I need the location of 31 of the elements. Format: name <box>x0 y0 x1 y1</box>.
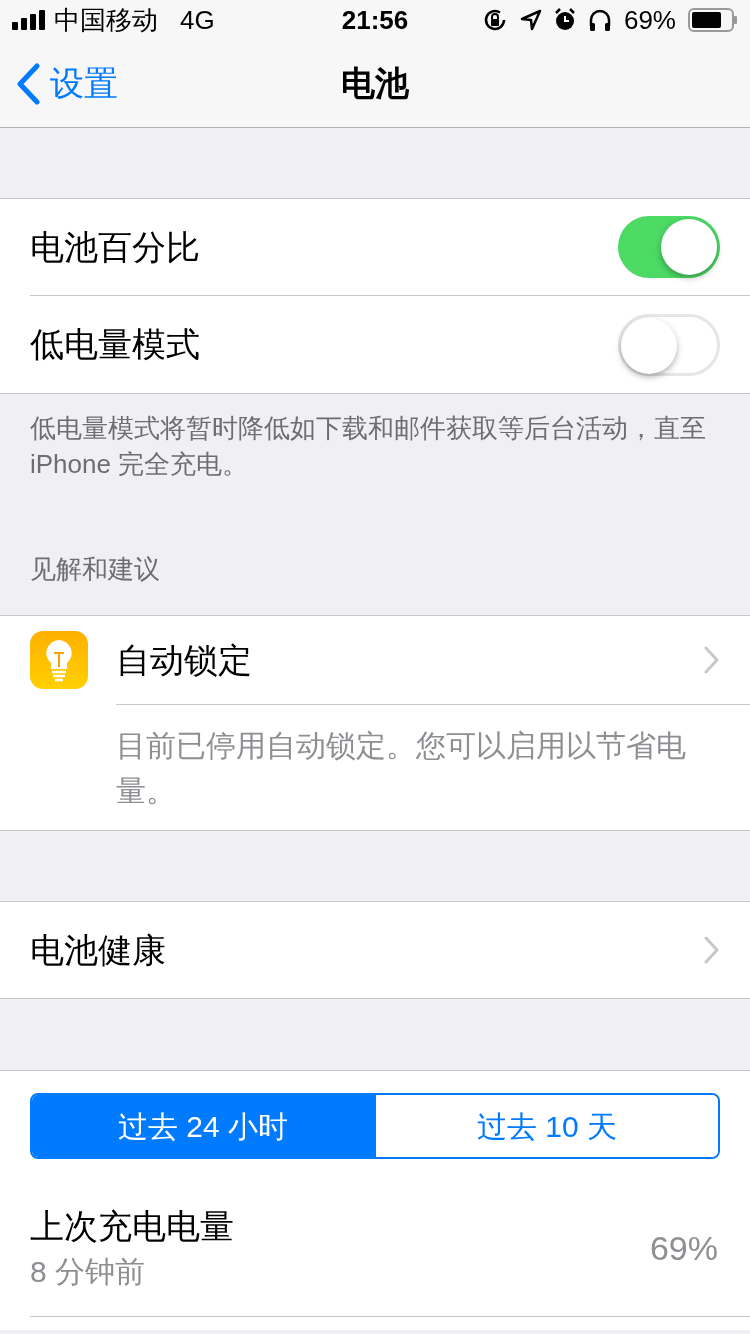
segment-tab[interactable]: 过去 10 天 <box>374 1095 718 1157</box>
last-charge-time: 8 分钟前 <box>30 1253 147 1290</box>
section-header: 见解和建议 <box>30 553 160 586</box>
auto-lock-row[interactable]: 自动锁定 <box>116 616 750 705</box>
last-charge-level: 69% <box>649 1228 718 1269</box>
lightbulb-icon <box>30 631 88 689</box>
alarm-clock-icon <box>553 8 576 32</box>
insight-title: 自动锁定 <box>116 639 252 681</box>
back-button[interactable]: 设置 <box>0 58 118 109</box>
headphones-icon <box>587 8 612 32</box>
toggle-switch[interactable] <box>618 216 720 278</box>
chevron-icon <box>704 936 720 964</box>
segment-tab[interactable]: 过去 24 小时 <box>32 1095 374 1157</box>
page-title: 电池 <box>341 63 409 104</box>
setting-label: 电池健康 <box>30 929 166 971</box>
low-power-description: 低电量模式将暂时降低如下载和邮件获取等后台活动，直至iPhone 完全充电。 <box>29 412 707 481</box>
battery-health-row[interactable]: 电池健康 <box>0 901 750 999</box>
network-type: 4G <box>180 3 215 37</box>
chevron-icon <box>704 646 720 674</box>
battery-icon <box>688 8 738 32</box>
setting-label: 电池百分比 <box>30 226 200 268</box>
setting-label: 低电量模式 <box>30 324 200 365</box>
signal-icon <box>12 10 48 30</box>
battery-percentage: 69% <box>623 3 676 37</box>
toggle-switch[interactable] <box>618 313 720 376</box>
location-arrow-icon <box>519 9 542 31</box>
last-charge-title: 上次充电电量 <box>30 1205 234 1247</box>
insight-description: 目前已停用自动锁定。您可以启用以节省电量。 <box>116 728 687 809</box>
back-chevron-icon <box>16 62 40 105</box>
carrier-name: 中国移动 <box>54 3 158 37</box>
status-time: 21:56 <box>341 3 409 37</box>
